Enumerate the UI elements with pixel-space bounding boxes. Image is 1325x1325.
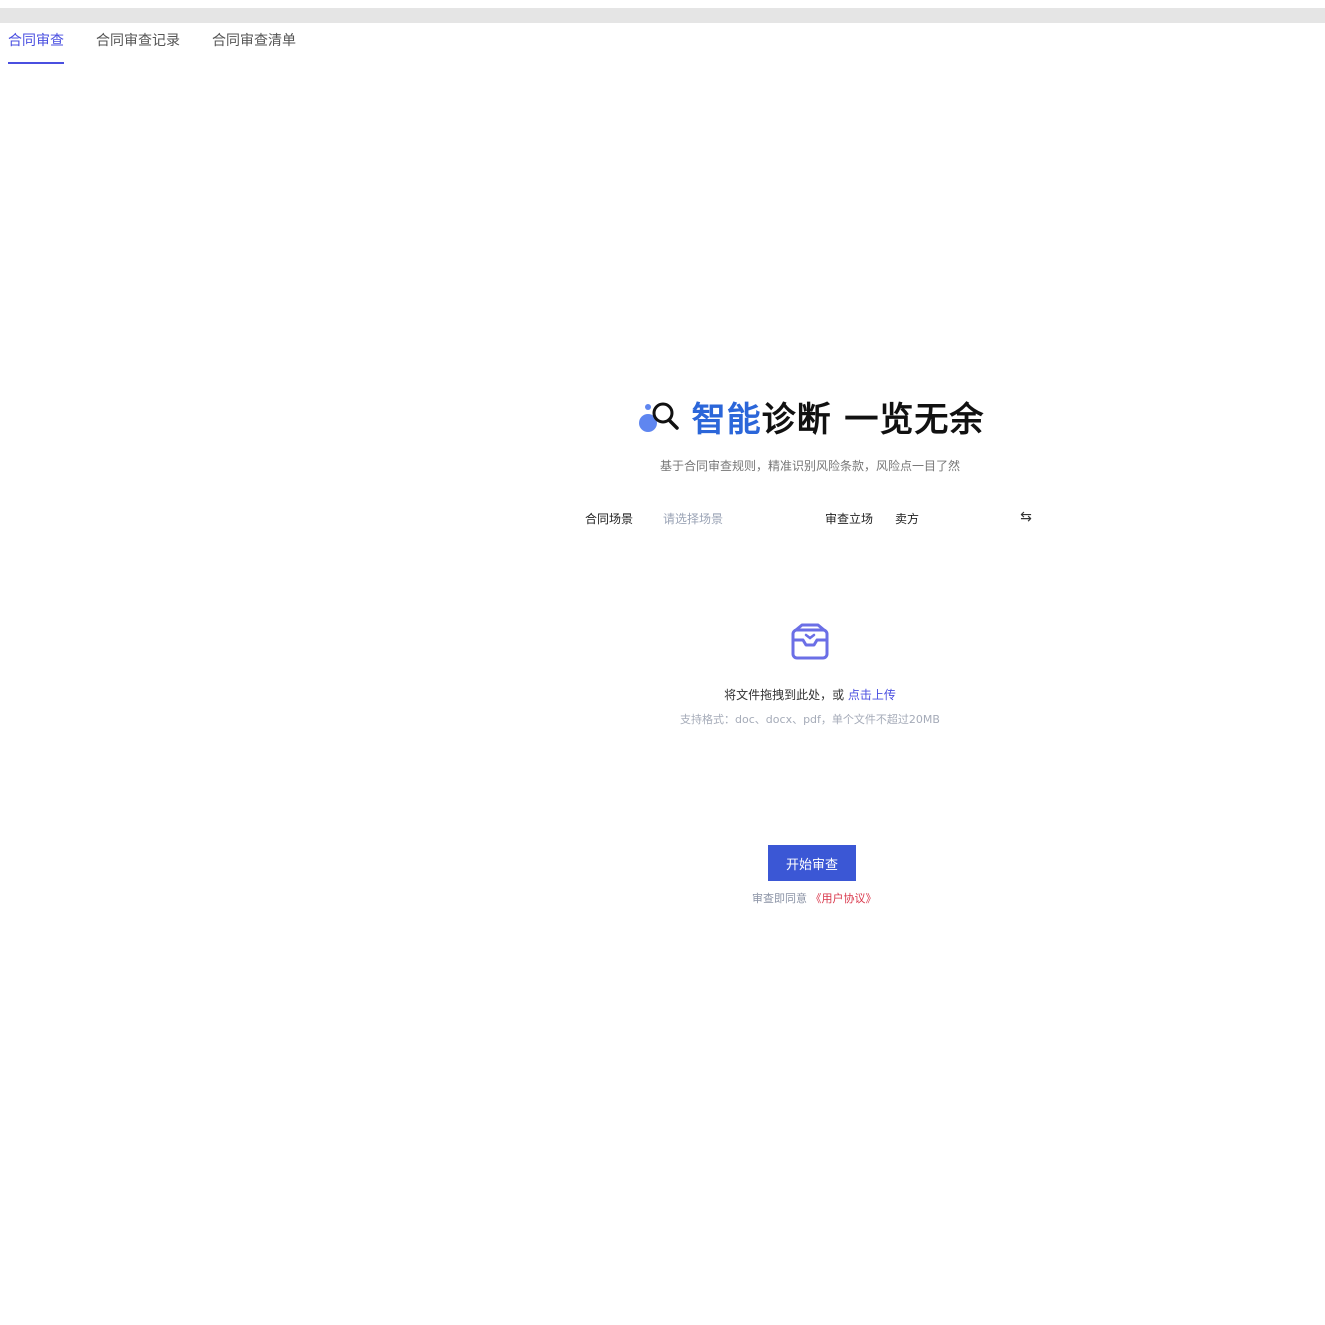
scene-label: 合同场景: [585, 512, 634, 526]
upload-hint: 支持格式：doc、docx、pdf，单个文件不超过20MB: [680, 713, 940, 726]
scene-select[interactable]: 请选择场景: [663, 510, 723, 527]
tab-contract-review[interactable]: 合同审查: [8, 30, 64, 64]
swap-stance-icon[interactable]: ⇆: [1017, 508, 1035, 526]
agreement-prefix: 审查即同意: [752, 892, 807, 905]
agreement-note: 审查即同意 《用户协议》: [752, 890, 877, 906]
start-review-button[interactable]: 开始审查: [768, 845, 856, 881]
user-agreement-link[interactable]: 《用户协议》: [811, 892, 877, 905]
hero-title-highlight: 智能: [691, 400, 762, 440]
stance-label: 审查立场: [825, 512, 874, 526]
review-options: 合同场景 请选择场景 审查立场 卖方 ⇆: [585, 508, 1035, 530]
upload-instruction: 将文件拖拽到此处，或 点击上传: [610, 686, 1010, 703]
tab-review-records[interactable]: 合同审查记录: [96, 30, 180, 64]
tab-bar: 合同审查 合同审查记录 合同审查清单: [0, 30, 320, 64]
magnifier-icon: [638, 402, 679, 432]
top-strip: [0, 8, 1325, 23]
hero-title-rest: 诊断 一览无余: [761, 400, 985, 440]
click-upload-link[interactable]: 点击上传: [848, 688, 896, 702]
hero-subtitle: 基于合同审查规则，精准识别风险条款，风险点一目了然: [659, 459, 960, 473]
hero-section: 智能诊断 一览无余 基于合同审查规则，精准识别风险条款，风险点一目了然: [560, 392, 1060, 474]
stance-select[interactable]: 卖方: [895, 510, 919, 527]
tab-review-checklist[interactable]: 合同审查清单: [212, 30, 296, 64]
inbox-icon: [791, 623, 829, 660]
upload-dropzone[interactable]: 将文件拖拽到此处，或 点击上传 支持格式：doc、docx、pdf，单个文件不超…: [610, 620, 1010, 727]
hero-title: 智能诊断 一览无余: [560, 392, 1060, 441]
upload-text: 将文件拖拽到此处，或: [724, 688, 845, 702]
